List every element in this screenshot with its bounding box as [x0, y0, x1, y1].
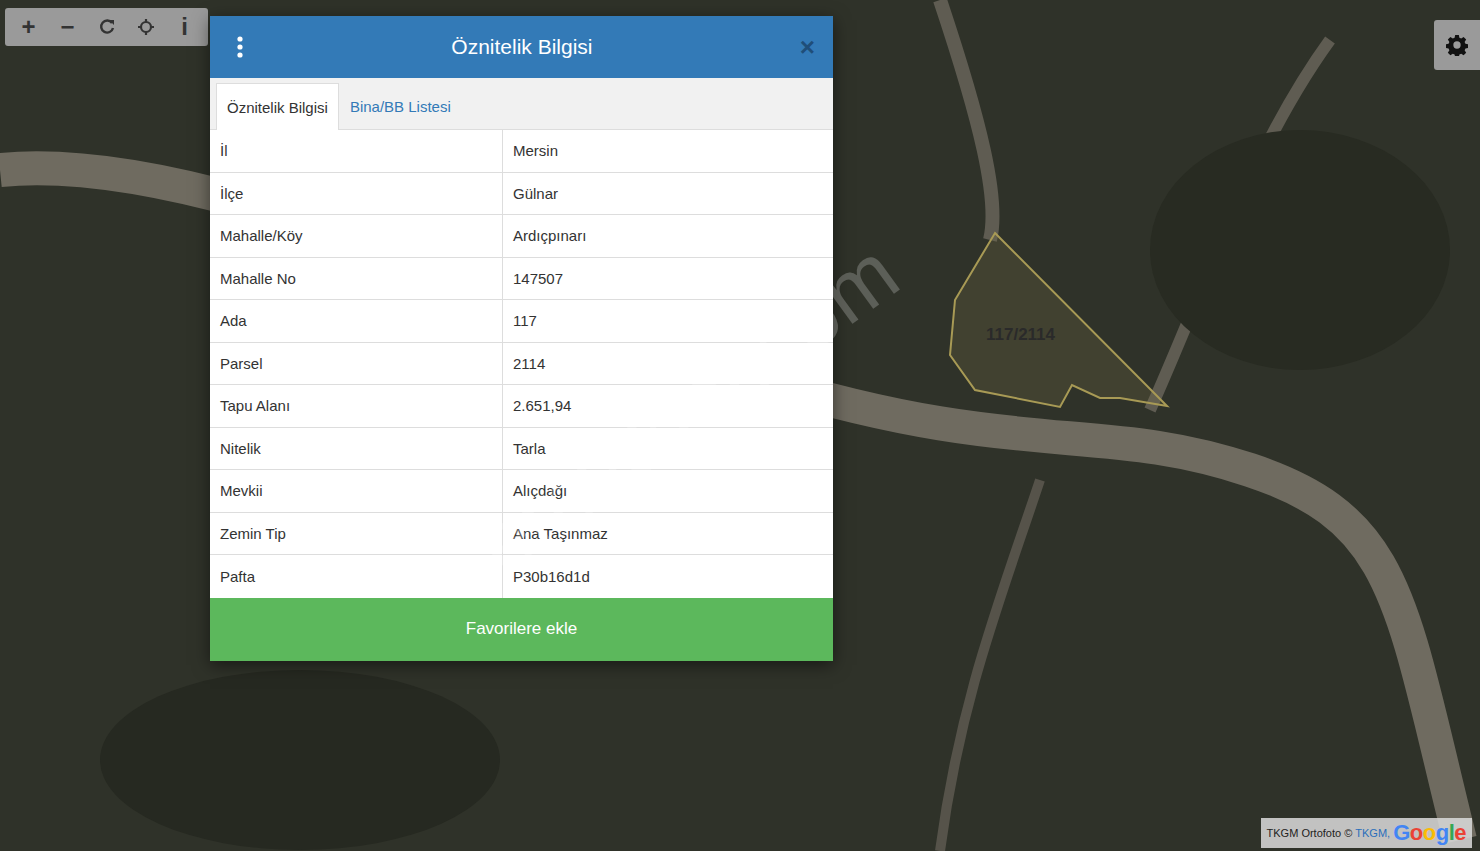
toolbar-button[interactable]: − — [48, 8, 87, 46]
crosshair-icon — [137, 18, 155, 36]
attribute-value: 2114 — [503, 343, 833, 385]
attribute-value: Ana Taşınmaz — [503, 513, 833, 555]
menu-icon[interactable] — [236, 35, 244, 59]
map-toolbar: +− i — [5, 8, 208, 46]
attribute-value: 117 — [503, 300, 833, 342]
attribute-row: Mevkii Alıçdağı — [210, 470, 833, 513]
attribute-row: Zemin Tip Ana Taşınmaz — [210, 513, 833, 556]
refresh-icon — [98, 18, 116, 36]
attribute-label: İlçe — [210, 173, 503, 215]
attribution-link[interactable]: TKGM, — [1355, 827, 1390, 839]
tab[interactable]: Bina/BB Listesi — [339, 82, 462, 129]
attribute-label: Mahalle/Köy — [210, 215, 503, 257]
toolbar-button[interactable] — [126, 8, 165, 46]
attribute-value: Ardıçpınarı — [503, 215, 833, 257]
attribute-label: Zemin Tip — [210, 513, 503, 555]
attribute-label: Mahalle No — [210, 258, 503, 300]
attribute-row: Mahalle/Köy Ardıçpınarı — [210, 215, 833, 258]
attribute-row: Mahalle No 147507 — [210, 258, 833, 301]
attribute-value: Mersin — [503, 130, 833, 172]
attribute-label: Parsel — [210, 343, 503, 385]
attribute-label: Tapu Alanı — [210, 385, 503, 427]
attribute-label: Mevkii — [210, 470, 503, 512]
watermark: emlakjet.com — [459, 224, 916, 593]
attribute-value: Gülnar — [503, 173, 833, 215]
attribute-dialog: Öznitelik Bilgisi × Öznitelik BilgisiBin… — [210, 16, 833, 661]
toolbar-button[interactable]: + — [9, 8, 48, 46]
attribute-label: İl — [210, 130, 503, 172]
toolbar-button[interactable] — [87, 8, 126, 46]
attribute-row: Tapu Alanı 2.651,94 — [210, 385, 833, 428]
tab-bar: Öznitelik BilgisiBina/BB Listesi — [210, 78, 833, 130]
add-favorite-button[interactable]: Favorilere ekle — [210, 598, 833, 661]
attribute-row: Parsel 2114 — [210, 343, 833, 386]
close-button[interactable]: × — [800, 34, 815, 60]
parcel-label: 117/2114 — [986, 325, 1055, 345]
dialog-title: Öznitelik Bilgisi — [244, 35, 800, 59]
google-logo: Google — [1393, 820, 1466, 846]
parcel-boundary[interactable] — [950, 233, 1167, 407]
attribute-value: 2.651,94 — [503, 385, 833, 427]
attribute-label: Nitelik — [210, 428, 503, 470]
attribute-value: 147507 — [503, 258, 833, 300]
attribute-value: Tarla — [503, 428, 833, 470]
settings-button[interactable] — [1434, 20, 1480, 70]
attribute-row: Nitelik Tarla — [210, 428, 833, 471]
toolbar-button[interactable]: i — [165, 8, 204, 46]
attribute-row: İlçe Gülnar — [210, 173, 833, 216]
tab[interactable]: Öznitelik Bilgisi — [216, 83, 339, 130]
attribute-label: Ada — [210, 300, 503, 342]
attribute-row: Ada 117 — [210, 300, 833, 343]
map-view[interactable]: 117/2114 +− i TKGM Ortofoto © TKGM, Googl… — [0, 0, 1480, 851]
attribute-row: İl Mersin — [210, 130, 833, 173]
attribute-row: Pafta P30b16d1d — [210, 555, 833, 598]
attribute-table: İl Mersinİlçe GülnarMahalle/Köy Ardıçpın… — [210, 130, 833, 598]
gear-icon — [1446, 34, 1468, 56]
dialog-header: Öznitelik Bilgisi × — [210, 16, 833, 78]
attribute-value: Alıçdağı — [503, 470, 833, 512]
attribute-label: Pafta — [210, 555, 503, 598]
attribute-value: P30b16d1d — [503, 555, 833, 598]
map-attribution: TKGM Ortofoto © TKGM, Google — [1261, 818, 1472, 848]
attribution-text: TKGM Ortofoto © — [1267, 827, 1353, 839]
